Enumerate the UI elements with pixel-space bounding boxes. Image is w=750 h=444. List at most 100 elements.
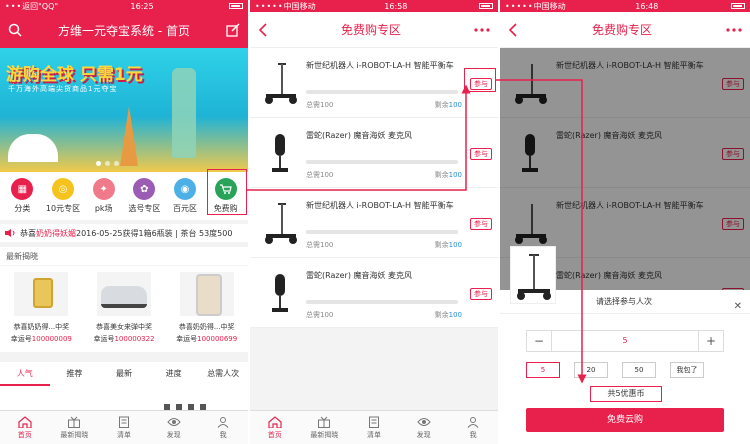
- notice-winner: 奶奶得妖媚: [36, 228, 76, 238]
- home-icon: [268, 415, 282, 428]
- total-needed: 总需100: [306, 241, 334, 249]
- banner-slogan: 游购全球 只需1元: [6, 65, 143, 85]
- status-bar: ••• 返回"QQ" 16:25: [0, 0, 248, 12]
- back-icon[interactable]: [258, 22, 268, 37]
- tabbar-discover[interactable]: 发现: [149, 411, 199, 444]
- product-name: 新世纪机器人 i-ROBOT-LA-H 智能平衡车: [306, 61, 454, 70]
- user-icon: [467, 416, 479, 428]
- tab-recommended[interactable]: 推荐: [50, 362, 100, 386]
- tab-popular[interactable]: 人气: [0, 362, 50, 386]
- page-title: 免费购专区: [340, 23, 401, 37]
- notice-prefix: 恭喜: [20, 228, 36, 238]
- latest-item[interactable]: 恭喜美女来弹中奖 幸运号100000322: [83, 266, 166, 352]
- promo-banner[interactable]: 游购全球 只需1元 千万海外高端尖货商品1元夺宝: [0, 48, 248, 172]
- remaining: 剩余100: [434, 311, 462, 319]
- statue-graphic: [172, 68, 196, 158]
- search-icon[interactable]: [8, 23, 22, 37]
- gift-icon: [318, 416, 331, 428]
- product-name: 雷蛇(Razer) 魔音海妖 麦克风: [306, 271, 413, 280]
- minus-button[interactable]: −: [527, 331, 551, 351]
- more-icon[interactable]: [726, 27, 742, 32]
- category-label: 分类: [14, 204, 31, 213]
- category-hundred-yuan[interactable]: ◉ 百元区: [165, 172, 206, 220]
- highlight-join: [464, 68, 496, 92]
- status-bar: ••••• 中国移动 16:48: [500, 0, 750, 12]
- notice-text: 2016-05-25获得1箱6瓶装 | 茶台 53度500: [76, 228, 233, 238]
- microphone-image: [272, 274, 288, 312]
- quantity-input[interactable]: 5: [551, 331, 699, 351]
- category-fenlei[interactable]: ▦ 分类: [2, 172, 43, 220]
- nav-bar: 免费购专区: [250, 12, 498, 48]
- ten-icon: ◎: [52, 178, 74, 200]
- join-button[interactable]: 参与: [470, 218, 492, 230]
- category-select-number[interactable]: ✿ 选号专区: [124, 172, 165, 220]
- back-icon[interactable]: [508, 22, 518, 37]
- tabbar-me[interactable]: 我: [198, 411, 248, 444]
- category-ten-yuan[interactable]: ◎ 10元专区: [43, 172, 84, 220]
- latest-name: 恭喜美女来弹中奖: [96, 323, 152, 331]
- status-signal-icon: •••: [5, 1, 23, 11]
- tab-progress[interactable]: 进度: [149, 362, 199, 386]
- home-icon: [18, 415, 32, 428]
- quick-amount-50[interactable]: 50: [622, 362, 656, 378]
- join-button[interactable]: 参与: [470, 288, 492, 300]
- tabbar-latest[interactable]: 最新揭晓: [50, 411, 100, 444]
- close-icon[interactable]: ✕: [734, 295, 742, 319]
- gift-icon: [68, 416, 81, 428]
- balance-scooter-image: [517, 254, 551, 300]
- edit-icon[interactable]: [226, 23, 240, 37]
- product-row[interactable]: 新世纪机器人 i-ROBOT-LA-H 智能平衡车 总需100 剩余100 参与: [250, 188, 498, 258]
- tabbar-home[interactable]: 首页: [0, 411, 50, 444]
- product-row[interactable]: 新世纪机器人 i-ROBOT-LA-H 智能平衡车 总需100 剩余100 参与: [250, 48, 498, 118]
- tower-graphic: [120, 106, 138, 166]
- quick-amount-20[interactable]: 20: [574, 362, 608, 378]
- status-time: 16:58: [384, 1, 408, 11]
- total-needed: 总需100: [306, 171, 334, 179]
- tabbar-discover[interactable]: 发现: [399, 411, 449, 444]
- more-icon[interactable]: [474, 27, 490, 32]
- progress-bar: [306, 300, 458, 304]
- select-icon: ✿: [133, 178, 156, 200]
- join-button[interactable]: 参与: [470, 148, 492, 160]
- tabbar-me[interactable]: 我: [448, 411, 498, 444]
- progress-bar: [306, 160, 458, 164]
- battery-icon: [479, 3, 493, 9]
- nav-bar: 免费购专区: [500, 12, 750, 48]
- tab-total-needed[interactable]: 总需人次: [198, 362, 248, 386]
- sheet-title: 请选择参与人次: [596, 297, 652, 306]
- category-label: 10元专区: [45, 204, 81, 213]
- category-pk[interactable]: ✦ pk场: [83, 172, 124, 220]
- tab-newest[interactable]: 最新: [99, 362, 149, 386]
- quick-amount-5[interactable]: 5: [526, 362, 560, 378]
- status-carrier[interactable]: 返回"QQ": [22, 1, 58, 12]
- list-icon: [118, 416, 129, 428]
- nav-bar: 方维一元夺宝系统 - 首页: [0, 12, 248, 48]
- tabbar-list[interactable]: 清单: [349, 411, 399, 444]
- quantity-sheet: 请选择参与人次 ✕ − 5 + 5 20 50 我包了 共5优惠币 免费云购: [500, 290, 750, 444]
- tabbar-list[interactable]: 清单: [99, 411, 149, 444]
- plus-button[interactable]: +: [699, 331, 723, 351]
- lucky-number: 幸运号100000699: [176, 335, 238, 343]
- battery-icon: [731, 3, 745, 9]
- banner-subline: 千万海外高端尖货商品1元夺宝: [8, 85, 118, 93]
- product-row[interactable]: 雷蛇(Razer) 魔音海妖 麦克风 总需100 剩余100 参与: [250, 118, 498, 188]
- status-carrier: 中国移动: [283, 1, 316, 11]
- page-title: 免费购专区: [591, 23, 652, 37]
- progress-bar: [306, 90, 458, 94]
- product-row[interactable]: 雷蛇(Razer) 魔音海妖 麦克风 总需100 剩余100 参与: [250, 258, 498, 328]
- tabbar-latest[interactable]: 最新揭晓: [300, 411, 350, 444]
- status-signal-icon: •••••: [255, 1, 284, 11]
- latest-item[interactable]: 恭喜奶奶得...中奖 幸运号100000009: [0, 266, 83, 352]
- category-label: 选号专区: [128, 204, 161, 213]
- total-needed: 总需100: [306, 311, 334, 319]
- category-label: 百元区: [173, 204, 198, 213]
- tutorial-composite: ••• 返回"QQ" 16:25 方维一元夺宝系统 - 首页 游购全球 只需1元…: [0, 0, 750, 444]
- latest-item[interactable]: 恭喜奶奶得...中奖 幸运号100000699: [165, 266, 248, 352]
- remaining: 剩余100: [434, 241, 462, 249]
- progress-bar: [306, 230, 458, 234]
- tabbar-home[interactable]: 首页: [250, 411, 300, 444]
- quick-amount-all[interactable]: 我包了: [670, 362, 704, 378]
- winner-notice[interactable]: 恭喜 奶奶得妖媚 2016-05-25获得1箱6瓶装 | 茶台 53度500: [0, 224, 248, 242]
- free-cloud-buy-button[interactable]: 免费云购: [526, 408, 724, 432]
- speaker-icon: [5, 229, 15, 237]
